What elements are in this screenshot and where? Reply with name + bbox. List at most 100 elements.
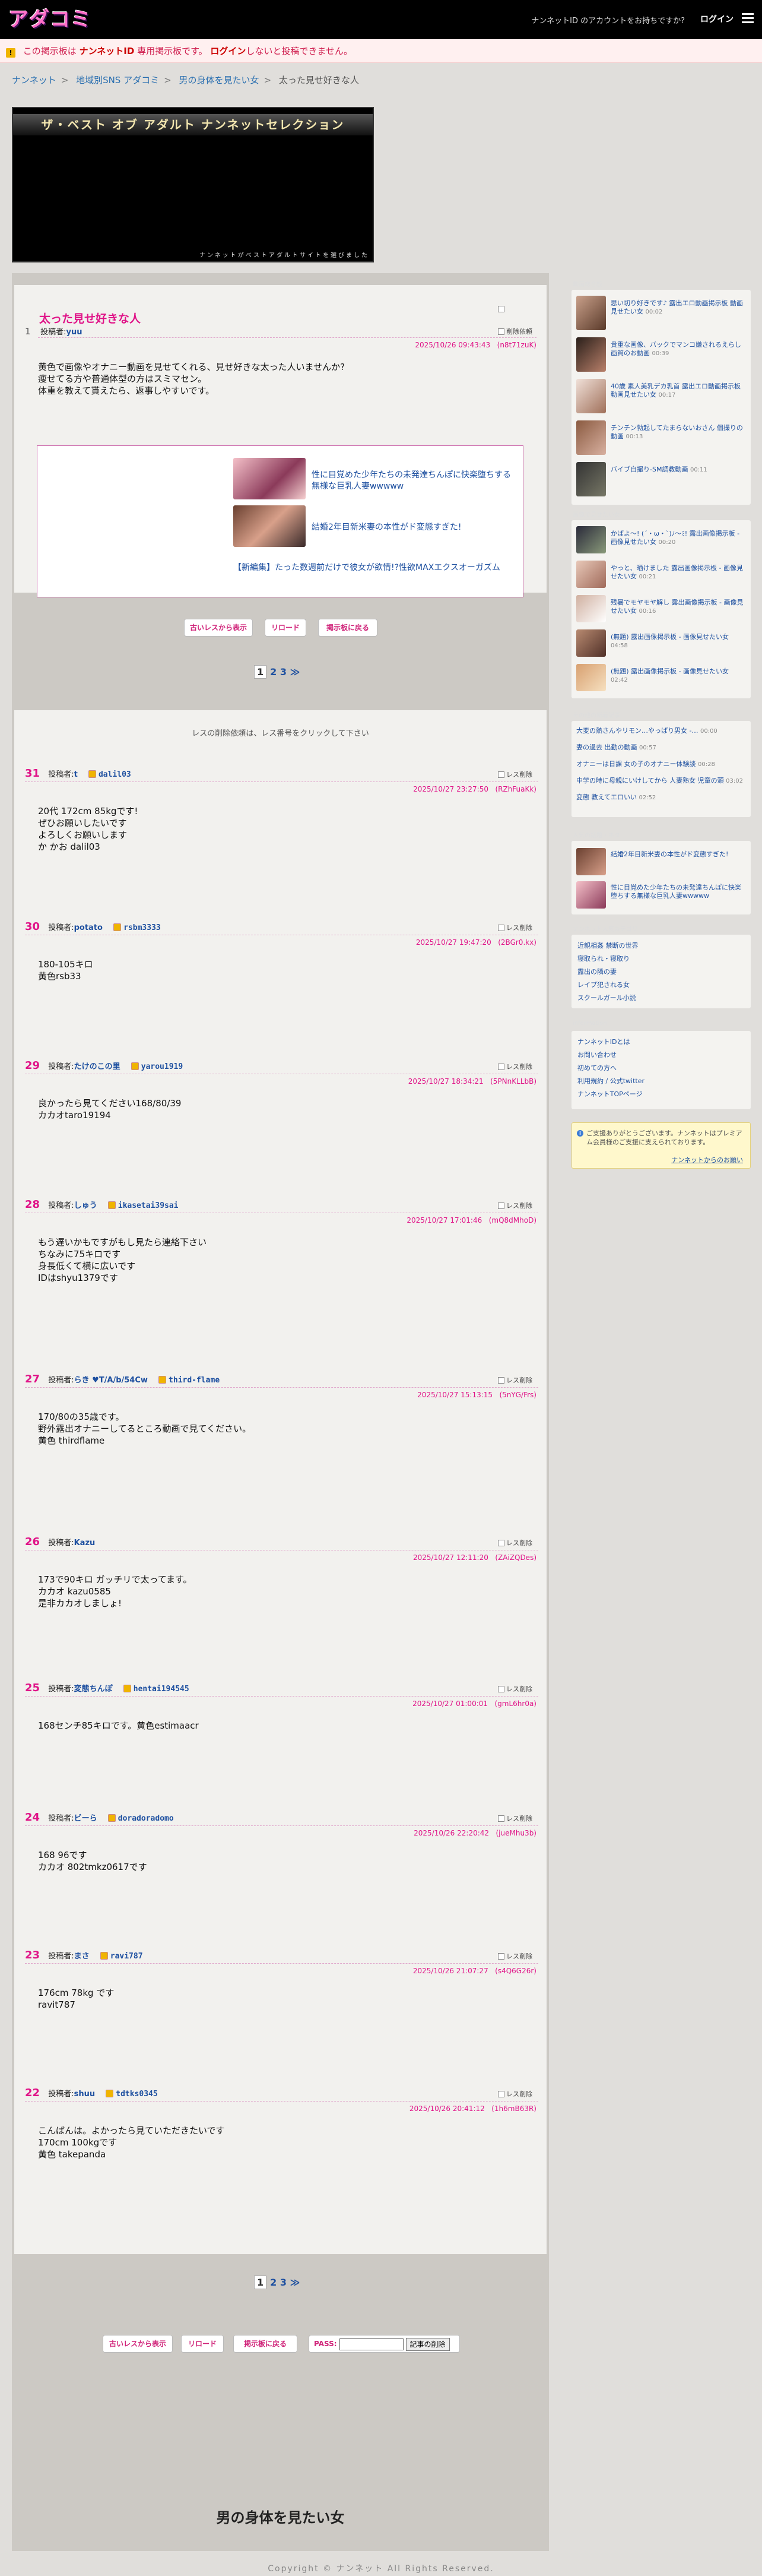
sidebar-thumb[interactable] — [576, 296, 606, 330]
old-res-button-top[interactable]: 古いレスから表示 — [184, 619, 253, 637]
back-to-board-button-bottom[interactable]: 掲示板に戻る — [233, 2335, 297, 2353]
sidebar-link[interactable]: 寝取られ・寝取り — [577, 954, 630, 963]
pager-2[interactable]: 2 — [270, 666, 277, 678]
sidebar-thumb[interactable] — [576, 595, 606, 622]
post-number[interactable]: 22 — [25, 2087, 40, 2099]
sidebar-link[interactable]: 貴重な画像、バックでマンコ嫌されるえらし 画質のお動画 00:39 — [611, 341, 746, 358]
sidebar-link[interactable]: お問い合わせ — [577, 1050, 617, 1059]
password-input[interactable] — [339, 2338, 404, 2350]
ad-thumb-1[interactable] — [233, 458, 306, 499]
notice-login-link[interactable]: ログイン — [210, 46, 246, 56]
sidebar-link[interactable]: 妻の過去 出勤の動画 00:57 — [576, 743, 746, 752]
sidebar-thumb[interactable] — [576, 420, 606, 455]
sidebar-link[interactable]: (無題) 露出画像掲示板 - 画像見せたい女 04:58 — [611, 633, 746, 650]
res-delete-checkbox[interactable]: レス削除 — [498, 770, 532, 779]
sidebar-link[interactable]: ナンネットTOPページ — [577, 1089, 643, 1099]
poster-user-id[interactable]: third-flame — [169, 1376, 220, 1385]
hamburger-menu-icon[interactable] — [742, 13, 754, 24]
poster-user-id[interactable]: yarou1919 — [141, 1062, 183, 1071]
sidebar-thumb[interactable] — [576, 881, 606, 909]
sidebar-thumb[interactable] — [576, 848, 606, 875]
post-number[interactable]: 30 — [25, 920, 40, 933]
sidebar-link[interactable]: 近親相姦 禁断の世界 — [577, 941, 639, 950]
sidebar-link[interactable]: 中学の時に母親にいけしてから 人妻熟女 児童の頭 03:02 — [576, 777, 746, 786]
sidebar-link[interactable]: 初めての方へ — [577, 1063, 617, 1072]
sidebar-thumb[interactable] — [576, 337, 606, 372]
ad-banner[interactable]: ザ・ベスト オブ アダルト ナンネットセレクション ナンネットがベストアダルトサ… — [12, 107, 374, 262]
sidebar-thumb[interactable] — [576, 526, 606, 553]
delete-request-checkbox[interactable]: 削除依頼 — [498, 327, 532, 336]
breadcrumb-board[interactable]: 男の身体を見たい女 — [179, 75, 259, 86]
poster-user-id[interactable]: ravi787 — [110, 1952, 143, 1961]
sidebar-link[interactable]: 結婚2年目新米妻の本性がド変態すぎた! — [611, 850, 746, 859]
sidebar-link[interactable]: 残暑でモヤモヤ解し 露出画像掲示板 - 画像見せたい女 00:16 — [611, 599, 746, 616]
sidebar-thumb[interactable] — [576, 561, 606, 588]
sidebar-thumb[interactable] — [576, 379, 606, 413]
pager-3[interactable]: 3 — [280, 2277, 287, 2288]
pager-next[interactable]: ≫ — [290, 2277, 300, 2288]
post-number[interactable]: 24 — [25, 1811, 40, 1824]
res-delete-checkbox[interactable]: レス削除 — [498, 1814, 532, 1823]
sidebar-link[interactable]: 思い切り好きです♪ 露出エロ動画掲示板 動画見せたい女 00:02 — [611, 299, 746, 317]
ad-link-2[interactable]: 結婚2年目新米妻の本性がド変態すぎた! — [312, 522, 516, 533]
reload-button-bottom[interactable]: リロード — [181, 2335, 224, 2353]
poster-user-id[interactable]: doradoradomo — [118, 1814, 174, 1823]
pager-2[interactable]: 2 — [270, 2277, 277, 2288]
sidebar-link[interactable]: 大変の熱さんやリモン…やっぱり男女 -… 00:00 — [576, 727, 746, 736]
poster-user-id[interactable]: ikasetai39sai — [118, 1201, 179, 1210]
res-delete-checkbox[interactable]: レス削除 — [498, 1951, 532, 1961]
support-request-link[interactable]: ナンネットからのお願い — [671, 1156, 743, 1164]
post-number[interactable]: 27 — [25, 1373, 40, 1385]
poster-user-id[interactable]: dalil03 — [99, 770, 131, 779]
poster-user-id[interactable]: hentai194545 — [134, 1685, 189, 1694]
old-res-button-bottom[interactable]: 古いレスから表示 — [103, 2335, 173, 2353]
res-delete-checkbox[interactable]: レス削除 — [498, 923, 532, 932]
site-logo[interactable]: アダコミ — [8, 8, 91, 31]
sidebar-link[interactable]: 40歳 素人美乳デカ乳首 露出エロ動画掲示板 動画見せたい女 00:17 — [611, 382, 746, 400]
sidebar-link[interactable]: レイプ犯される女 — [577, 980, 630, 989]
sidebar-link[interactable]: 利用規約 / 公式twitter — [577, 1076, 644, 1086]
res-delete-checkbox[interactable]: レス削除 — [498, 1684, 532, 1694]
breadcrumb-sns[interactable]: 地域別SNS アダコミ — [76, 75, 159, 86]
sidebar-link[interactable]: バイブ自撮り-SM調教動画 00:11 — [611, 466, 746, 474]
res-delete-checkbox[interactable]: レス削除 — [498, 1062, 532, 1071]
sidebar-link[interactable]: ナンネットIDとは — [577, 1037, 630, 1046]
post-number[interactable]: 29 — [25, 1059, 40, 1072]
sidebar-thumb[interactable] — [576, 664, 606, 691]
post-date: 2025/10/27 01:00:01 (gmL6hr0a) — [412, 1700, 536, 1708]
post-number[interactable]: 23 — [25, 1949, 40, 1961]
res-delete-checkbox[interactable]: レス削除 — [498, 1375, 532, 1385]
res-delete-checkbox[interactable]: レス削除 — [498, 1201, 532, 1210]
poster-user-id[interactable]: rsbm3333 — [123, 923, 161, 932]
poster-user-id[interactable]: tdtks0345 — [116, 2090, 157, 2099]
ad-thumb-2[interactable] — [233, 505, 306, 547]
sidebar-thumb[interactable] — [576, 462, 606, 496]
post-body: 良かったら見てください168/80/39 カカオtaro19194 — [38, 1098, 182, 1121]
login-link[interactable]: ログイン — [700, 13, 734, 25]
sidebar-link[interactable]: 性に目覚めた少年たちの未発達ちんぽに快楽堕ちする無様な巨乳人妻wwwww — [611, 884, 746, 900]
sidebar-link[interactable]: (無題) 露出画像掲示板 - 画像見せたい女 02:42 — [611, 667, 746, 685]
res-delete-checkbox[interactable]: レス削除 — [498, 2089, 532, 2099]
post-number[interactable]: 25 — [25, 1682, 40, 1694]
delete-post-button[interactable]: 記事の削除 — [405, 2337, 450, 2351]
ad-link-3[interactable]: 【新編集】たった数週前だけで彼女が欲情!?性欲MAXエクスオーガズム — [233, 562, 518, 574]
sidebar-link[interactable]: スクールガール小説 — [577, 993, 636, 1002]
sidebar-link[interactable]: かばよ～! (´・ω・`)ﾉ〜ﾐ! 露出画像掲示板 - 画像見せたい女 00:2… — [611, 530, 746, 547]
pager-next[interactable]: ≫ — [290, 666, 300, 678]
reload-button-top[interactable]: リロード — [265, 619, 306, 637]
post-number[interactable]: 28 — [25, 1198, 40, 1211]
ad-link-1[interactable]: 性に目覚めた少年たちの未発達ちんぽに快楽堕ちする無様な巨乳人妻wwwww — [312, 470, 516, 492]
delete-request-label-top[interactable] — [498, 305, 506, 313]
sidebar-link[interactable]: 露出の隣の妻 — [577, 967, 617, 976]
res-delete-checkbox[interactable]: レス削除 — [498, 1538, 532, 1548]
post-number[interactable]: 31 — [25, 767, 40, 780]
back-to-board-button-top[interactable]: 掲示板に戻る — [318, 619, 377, 637]
pager-3[interactable]: 3 — [280, 666, 287, 678]
sidebar-link[interactable]: チンチン勃起してたまらないおさん 個撮りの動画 00:13 — [611, 424, 746, 441]
sidebar-thumb[interactable] — [576, 629, 606, 657]
sidebar-link[interactable]: 変態 教えてエロいい 02:52 — [576, 793, 746, 802]
breadcrumb-home[interactable]: ナンネット — [12, 75, 56, 86]
sidebar-link[interactable]: やっと、晒けました 露出画像掲示板 - 画像見せたい女 00:21 — [611, 564, 746, 581]
sidebar-link[interactable]: オナニーは日課 女の子のオナニー体験談 00:28 — [576, 760, 746, 769]
post-number[interactable]: 26 — [25, 1536, 40, 1548]
